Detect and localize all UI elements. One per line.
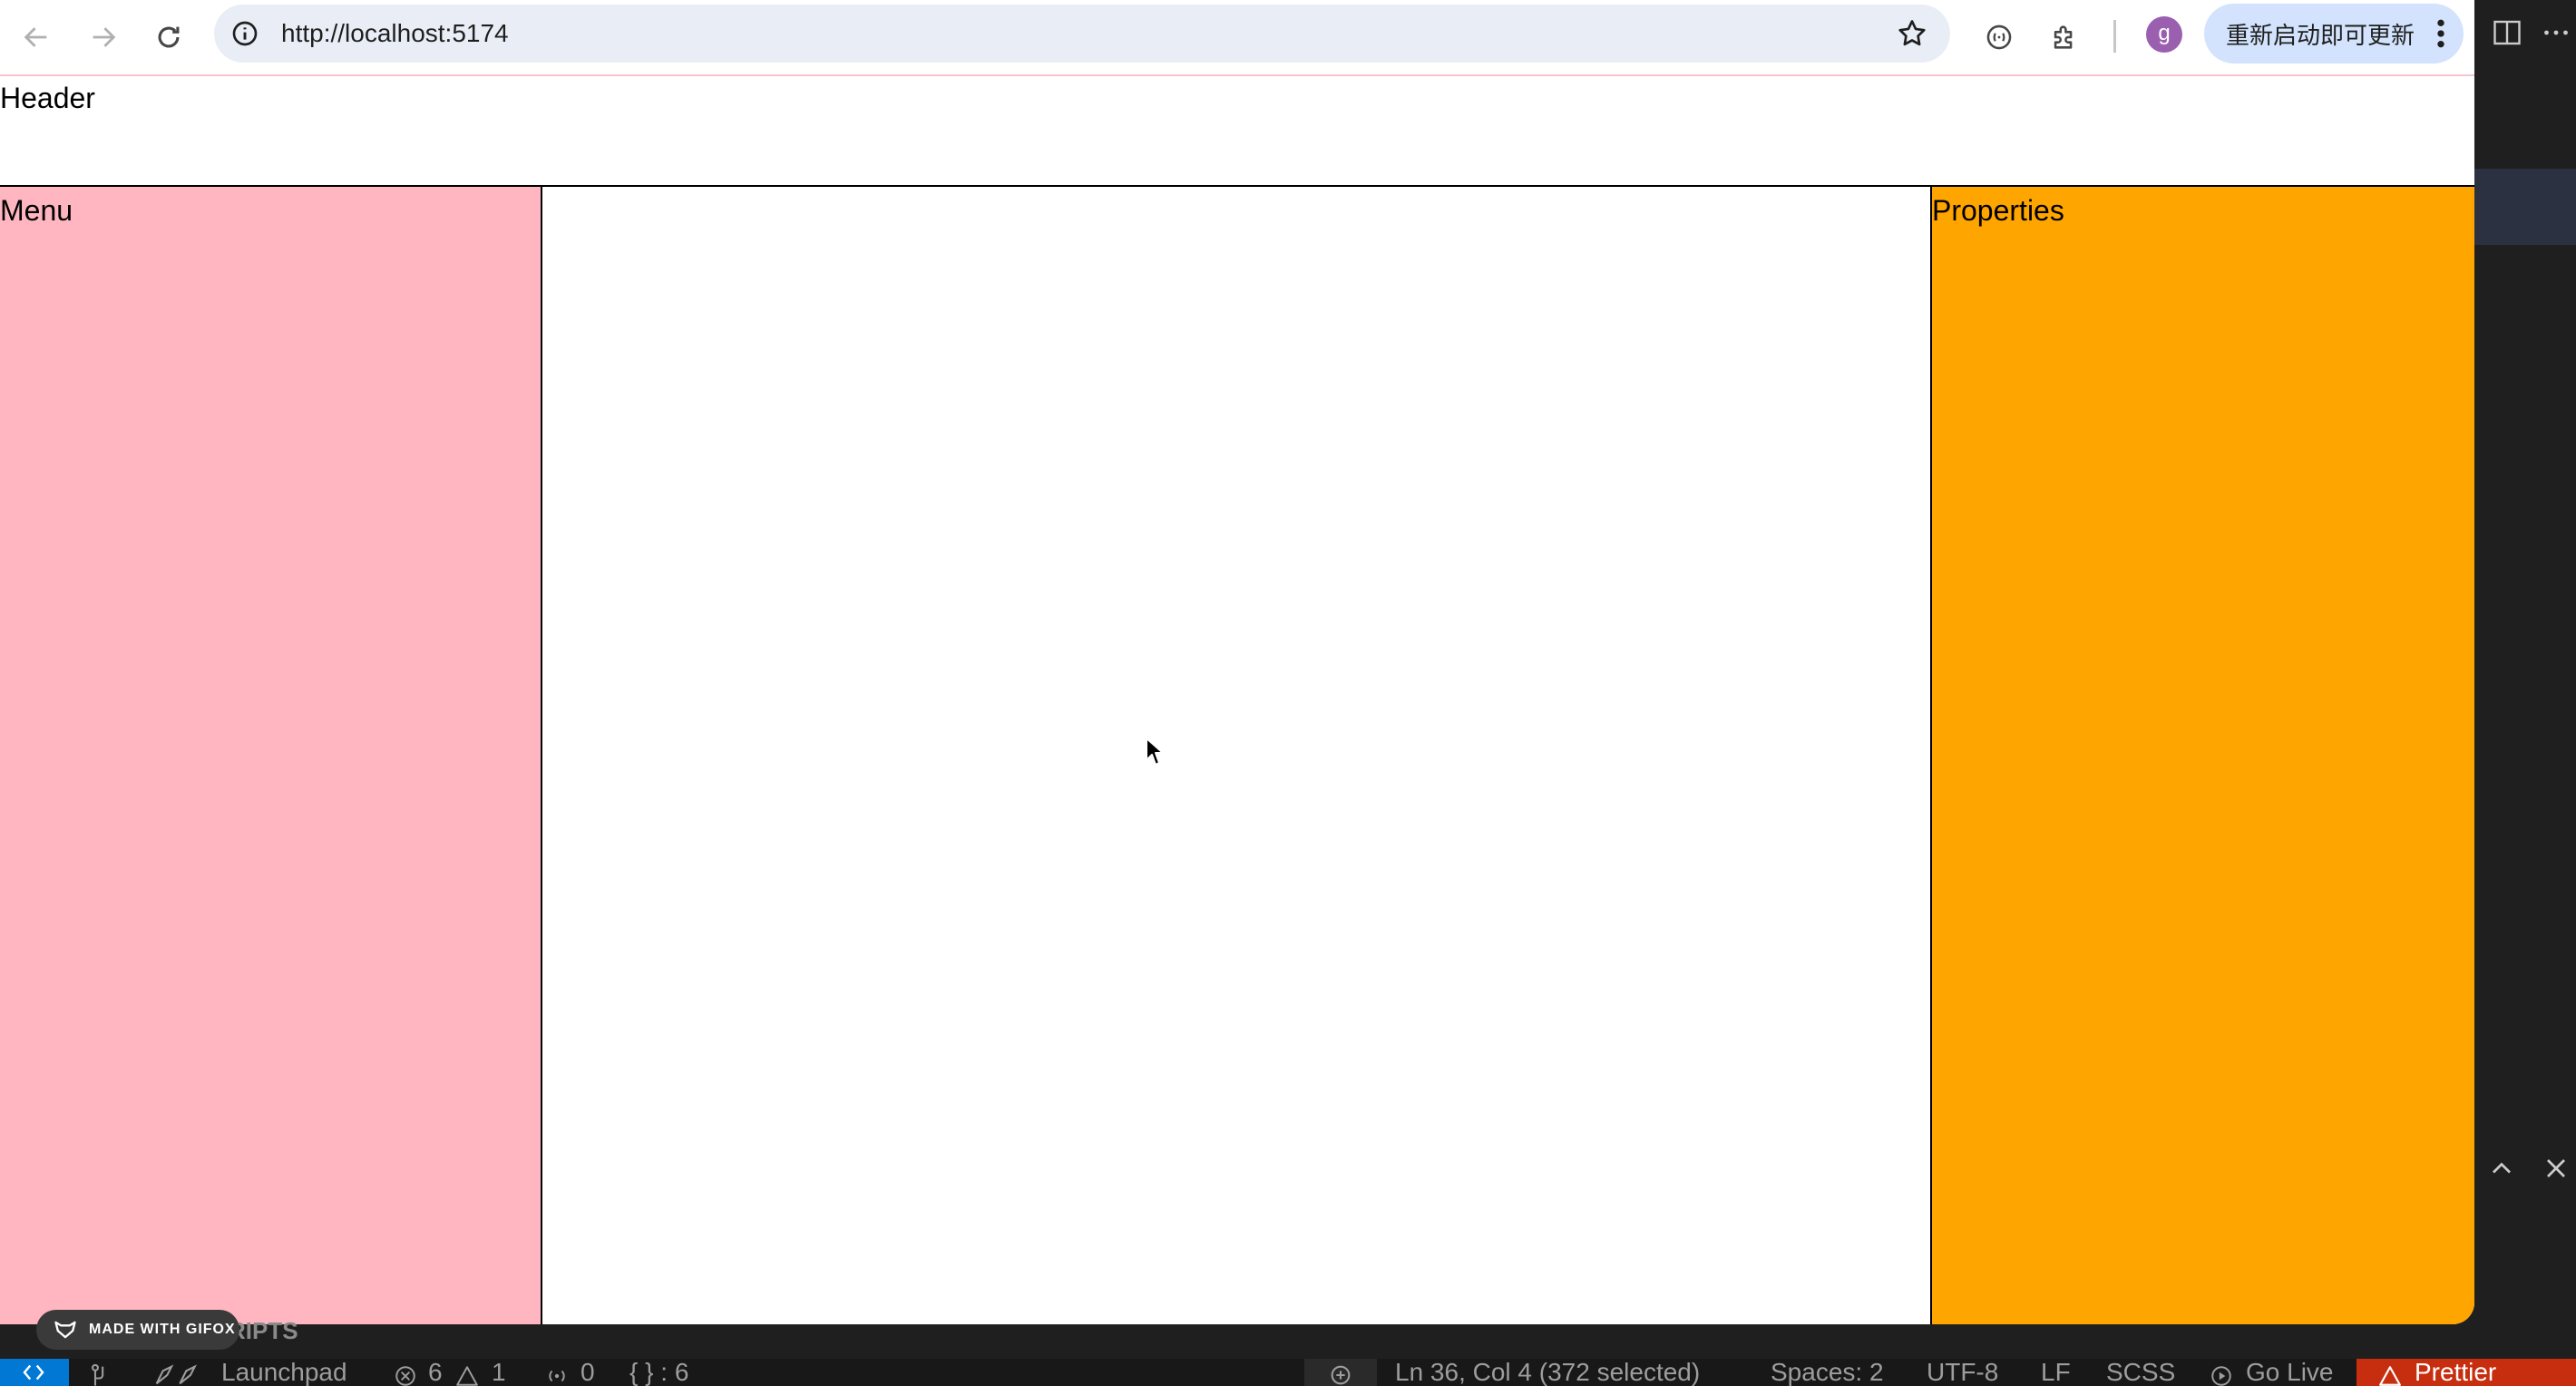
- rocket-icon: [155, 1364, 198, 1385]
- menu-label: Menu: [0, 194, 73, 227]
- arrow-right-icon: [93, 27, 116, 47]
- broadcast-icon: [549, 1370, 565, 1382]
- site-info-button[interactable]: [229, 17, 261, 50]
- chevron-up-icon[interactable]: [2485, 1152, 2518, 1185]
- arrow-left-icon: [24, 27, 47, 47]
- browser-toolbar: http://localhost:5174 g 重新启动即可更新: [0, 0, 2474, 74]
- error-icon: [395, 1366, 415, 1386]
- source-control-icon[interactable]: [89, 1362, 114, 1386]
- puzzle-icon: [2054, 25, 2073, 49]
- web-page: Header Menu Properties: [0, 74, 2474, 1324]
- split-editor-icon[interactable]: [2491, 16, 2523, 49]
- prettier-status[interactable]: Prettier: [2356, 1359, 2576, 1386]
- bookmark-button[interactable]: [1896, 17, 1928, 50]
- ports-count[interactable]: 0: [581, 1359, 595, 1386]
- zoom-icon: [1331, 1365, 1351, 1385]
- remote-icon: [23, 1364, 44, 1381]
- status-bar: Launchpad 6 1 0 { } : 6 Ln 36, Col 4 (37…: [0, 1359, 2576, 1386]
- broadcast-live-icon: [2211, 1366, 2231, 1386]
- more-actions-icon[interactable]: [2540, 16, 2572, 49]
- canvas-area[interactable]: [542, 187, 1930, 1324]
- star-icon: [1898, 20, 1926, 46]
- error-count[interactable]: 6: [428, 1359, 443, 1386]
- update-button[interactable]: 重新启动即可更新: [2204, 4, 2464, 63]
- line-ending[interactable]: LF: [2041, 1359, 2071, 1386]
- info-icon: [232, 21, 258, 46]
- go-live-button[interactable]: Go Live: [2246, 1359, 2334, 1386]
- zoom-indicator[interactable]: [1304, 1359, 1377, 1386]
- gifox-label: MADE WITH GIFOX: [89, 1322, 236, 1337]
- warning-count[interactable]: 1: [492, 1359, 506, 1386]
- reload-icon: [158, 26, 180, 48]
- encoding[interactable]: UTF-8: [1927, 1359, 1998, 1386]
- media-icon: [1986, 24, 2012, 50]
- kebab-icon: [2437, 19, 2444, 48]
- toolbar-divider: [2113, 20, 2116, 53]
- reload-button[interactable]: [143, 12, 194, 63]
- header-label: Header: [0, 82, 95, 114]
- extensions-button[interactable]: [2039, 12, 2090, 63]
- cursor-position[interactable]: Ln 36, Col 4 (372 selected): [1395, 1359, 1700, 1386]
- prettier-label: Prettier: [2415, 1359, 2497, 1386]
- back-button[interactable]: [11, 12, 62, 63]
- update-button-label: 重新启动即可更新: [2226, 21, 2415, 49]
- indentation[interactable]: Spaces: 2: [1771, 1359, 1884, 1386]
- remote-indicator[interactable]: [0, 1359, 69, 1386]
- close-icon[interactable]: [2540, 1152, 2572, 1185]
- url-text[interactable]: http://localhost:5174: [281, 5, 509, 63]
- properties-panel: Properties: [1930, 187, 2474, 1324]
- gifox-watermark: MADE WITH GIFOX: [36, 1310, 239, 1350]
- launchpad-label[interactable]: Launchpad: [221, 1359, 347, 1386]
- profile-avatar[interactable]: g: [2146, 16, 2182, 53]
- warning-icon: [456, 1366, 478, 1386]
- language-mode[interactable]: SCSS: [2106, 1359, 2175, 1386]
- warning-triangle-icon: [2379, 1366, 2401, 1386]
- address-bar[interactable]: http://localhost:5174: [214, 5, 1950, 63]
- forward-button[interactable]: [78, 12, 129, 63]
- page-header: Header: [0, 76, 2474, 187]
- browser-window: http://localhost:5174 g 重新启动即可更新 Header …: [0, 0, 2474, 1324]
- properties-label: Properties: [1932, 194, 2064, 227]
- media-button[interactable]: [1974, 12, 2025, 63]
- mouse-cursor-icon: [1146, 737, 1164, 766]
- menu-panel: Menu: [0, 187, 542, 1324]
- editor-line-highlight: [2474, 169, 2576, 245]
- braces-indicator[interactable]: { } : 6: [629, 1359, 688, 1386]
- fox-logo-icon: [54, 1321, 76, 1339]
